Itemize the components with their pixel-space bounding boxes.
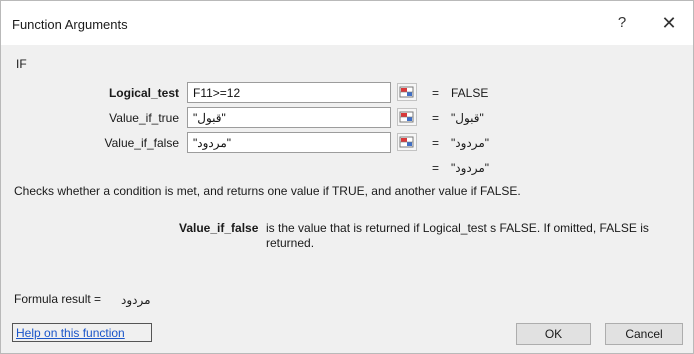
equals-sign: =	[432, 86, 440, 100]
function-name: IF	[16, 57, 27, 71]
value-if-false-collapse-button[interactable]	[397, 133, 417, 151]
range-select-icon	[399, 136, 414, 148]
range-select-icon	[399, 111, 414, 123]
equals-sign: =	[432, 136, 440, 150]
function-arguments-dialog: Function Arguments ? ✕ IF Logical_test =…	[0, 0, 694, 354]
formula-result-value: مردود	[121, 293, 151, 307]
value-if-true-input[interactable]	[187, 107, 391, 128]
equals-sign: =	[432, 111, 440, 125]
dialog-title: Function Arguments	[12, 17, 128, 32]
equals-sign: =	[432, 161, 440, 175]
logical-test-collapse-button[interactable]	[397, 83, 417, 101]
value-if-false-result: "مردود"	[451, 136, 490, 150]
help-on-function-link[interactable]: Help on this function	[12, 323, 152, 342]
param-help-name: Value_if_false	[179, 221, 259, 235]
logical-test-label: Logical_test	[108, 86, 179, 100]
value-if-true-result: "قبول"	[451, 111, 484, 125]
close-icon[interactable]: ✕	[659, 13, 679, 33]
logical-test-result: FALSE	[451, 86, 489, 100]
value-if-false-label: Value_if_false	[104, 136, 180, 150]
range-select-icon	[399, 86, 414, 98]
value-if-true-collapse-button[interactable]	[397, 108, 417, 126]
ok-button[interactable]: OK	[516, 323, 591, 345]
formula-result-label: Formula result =	[14, 292, 102, 306]
value-if-false-input[interactable]	[187, 132, 391, 153]
logical-test-input[interactable]	[187, 82, 391, 103]
value-if-true-label: Value_if_true	[109, 111, 179, 125]
param-help-text: is the value that is returned if Logical…	[266, 221, 649, 250]
function-result-value: "مردود"	[451, 161, 490, 175]
help-icon[interactable]: ?	[613, 14, 631, 34]
title-bar: Function Arguments ? ✕	[1, 1, 693, 45]
cancel-button[interactable]: Cancel	[605, 323, 683, 345]
function-description: Checks whether a condition is met, and r…	[14, 184, 521, 198]
